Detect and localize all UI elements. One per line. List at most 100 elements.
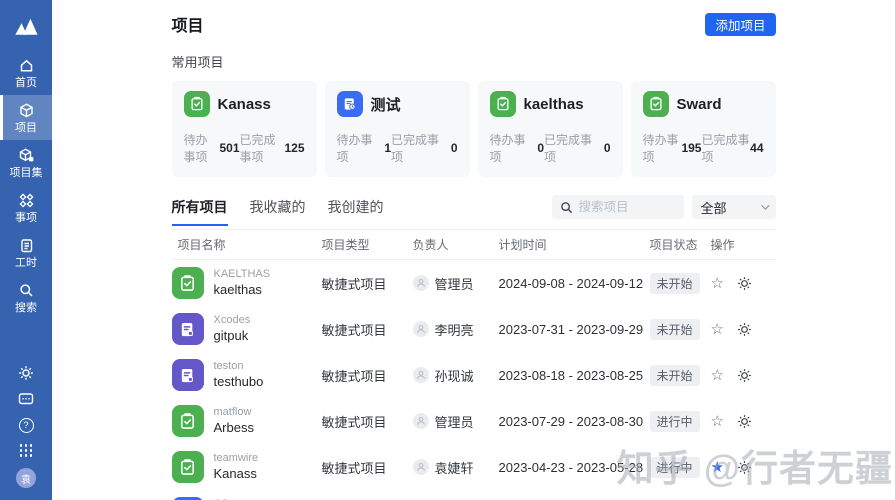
card-project-name: Kanass (218, 96, 271, 113)
owner-avatar (413, 413, 429, 429)
app-logo[interactable] (0, 0, 52, 50)
todo-label: 待办事项 (337, 131, 385, 165)
add-project-button[interactable]: 添加项目 (705, 13, 775, 36)
project-card-sward[interactable]: Sward 待办事项 195 已完成事项 44 (631, 81, 776, 177)
clipboard-check-icon (172, 451, 204, 483)
clipboard-check-icon (490, 91, 516, 117)
gear-icon[interactable] (737, 276, 752, 291)
star-icon[interactable]: ☆ (711, 368, 724, 383)
project-type: 敏捷式项目 (322, 274, 413, 293)
owner-name: 李明亮 (435, 320, 474, 339)
search-input[interactable] (579, 200, 676, 214)
project-card-kaelthas[interactable]: kaelthas 待办事项 0 已完成事项 0 (478, 81, 623, 177)
table-header: 项目名称 项目类型 负责人 计划时间 项目状态 操作 (172, 230, 776, 260)
user-avatar[interactable]: 袁 (16, 468, 36, 488)
card-project-name: kaelthas (524, 96, 584, 113)
owner-name: 孙现诚 (435, 366, 474, 385)
clipboard-check-icon (172, 405, 204, 437)
table-row[interactable]: Xcodes gitpuk 敏捷式项目 李明亮 2023-07-31 - 202… (172, 306, 776, 352)
help-icon[interactable]: ? (19, 418, 34, 433)
sidebar-item-label: 搜索 (15, 302, 37, 314)
star-icon[interactable]: ☆ (711, 322, 724, 337)
file-lines-icon (172, 313, 204, 345)
status-badge: 未开始 (650, 273, 700, 294)
sidebar-nav: 首页 项目 项目集 事项 (0, 50, 52, 321)
sidebar-item-project-set[interactable]: 项目集 (0, 140, 52, 185)
status-badge: 未开始 (650, 365, 700, 386)
table-row[interactable]: KAELTHAS kaelthas 敏捷式项目 管理员 2024-09-08 -… (172, 260, 776, 306)
table-row[interactable]: teamwire Kanass 敏捷式项目 袁婕轩 2023-04-23 - 2… (172, 444, 776, 490)
clipboard-check-icon (643, 91, 669, 117)
app-window: 首页 项目 项目集 事项 (0, 0, 895, 500)
star-icon-filled[interactable]: ★ (711, 460, 724, 475)
table-row[interactable]: matflow Arbess 敏捷式项目 管理员 2023-07-29 - 20… (172, 398, 776, 444)
star-icon[interactable]: ☆ (711, 276, 724, 291)
project-key: Xcodes (214, 313, 251, 327)
plan-time: 2024-09-08 - 2024-09-12 (499, 276, 650, 291)
tab-all-projects[interactable]: 所有项目 (172, 197, 228, 217)
plan-time: 2023-04-23 - 2023-05-28 (499, 460, 650, 475)
status-badge: 未开始 (650, 319, 700, 340)
project-card-kanass[interactable]: Kanass 待办事项 501 已完成事项 125 (172, 81, 317, 177)
message-icon[interactable] (18, 392, 34, 407)
project-name-link[interactable]: kaelthas (214, 282, 271, 299)
todo-count: 501 (219, 141, 239, 155)
table-row[interactable]: CS 测试 敏捷式项目 袁婕轩 2024-07-05 - 2024-08-29 … (172, 490, 776, 500)
project-name-link[interactable]: gitpuk (214, 328, 251, 345)
plan-time: 2023-08-18 - 2023-08-25 (499, 368, 650, 383)
done-count: 125 (284, 141, 304, 155)
sidebar-item-label: 项目集 (10, 167, 43, 179)
owner-avatar (413, 275, 429, 291)
done-count: 0 (604, 141, 611, 155)
gear-icon[interactable] (737, 460, 752, 475)
sidebar-bottom: ? 袁 (0, 365, 52, 500)
todo-label: 待办事项 (184, 131, 220, 165)
project-type: 敏捷式项目 (322, 412, 413, 431)
clipboard-clock-icon (337, 91, 363, 117)
todo-count: 0 (537, 141, 544, 155)
todo-count: 195 (681, 141, 701, 155)
owner-avatar (413, 367, 429, 383)
sidebar-item-issues[interactable]: 事项 (0, 185, 52, 230)
sidebar-item-label: 工时 (15, 257, 37, 269)
tab-my-favorites[interactable]: 我收藏的 (250, 197, 306, 217)
done-count: 0 (451, 141, 458, 155)
filter-dropdown[interactable]: 全部 (692, 195, 776, 219)
settings-gear-icon[interactable] (18, 365, 34, 381)
project-name-link[interactable]: testhubo (214, 374, 264, 391)
project-search-box[interactable] (552, 195, 684, 219)
done-label: 已完成事项 (391, 131, 451, 165)
project-name-link[interactable]: Kanass (214, 466, 259, 483)
star-icon[interactable]: ☆ (711, 414, 724, 429)
project-key: teston (214, 359, 264, 373)
gear-icon[interactable] (737, 414, 752, 429)
gear-icon[interactable] (737, 322, 752, 337)
sidebar-item-search[interactable]: 搜索 (0, 275, 52, 320)
done-label: 已完成事项 (240, 131, 285, 165)
col-status: 项目状态 (650, 236, 711, 253)
gear-icon[interactable] (737, 368, 752, 383)
list-toolbar: 所有项目 我收藏的 我创建的 全部 (172, 195, 776, 230)
table-row[interactable]: teston testhubo 敏捷式项目 孙现诚 2023-08-18 - 2… (172, 352, 776, 398)
cube-icon (18, 102, 35, 119)
project-key: teamwire (214, 451, 259, 465)
sidebar-item-home[interactable]: 首页 (0, 50, 52, 95)
cube-stack-icon (18, 147, 35, 164)
project-name-link[interactable]: Arbess (214, 420, 254, 437)
chevron-down-icon (761, 201, 769, 209)
project-card-ceshi[interactable]: 测试 待办事项 1 已完成事项 0 (325, 81, 470, 177)
todo-label: 待办事项 (643, 131, 682, 165)
sidebar-item-projects[interactable]: 项目 (0, 95, 52, 140)
sidebar-item-label: 首页 (15, 77, 37, 89)
status-badge: 进行中 (650, 457, 700, 478)
project-key: KAELTHAS (214, 267, 271, 281)
done-label: 已完成事项 (701, 131, 750, 165)
tab-my-created[interactable]: 我创建的 (328, 197, 384, 217)
project-type: 敏捷式项目 (322, 320, 413, 339)
project-key: matflow (214, 405, 254, 419)
sidebar-item-timesheet[interactable]: 工时 (0, 230, 52, 275)
apps-grid-icon[interactable] (20, 444, 33, 457)
todo-label: 待办事项 (490, 131, 538, 165)
file-lines-icon (172, 359, 204, 391)
clipboard-check-icon (184, 91, 210, 117)
